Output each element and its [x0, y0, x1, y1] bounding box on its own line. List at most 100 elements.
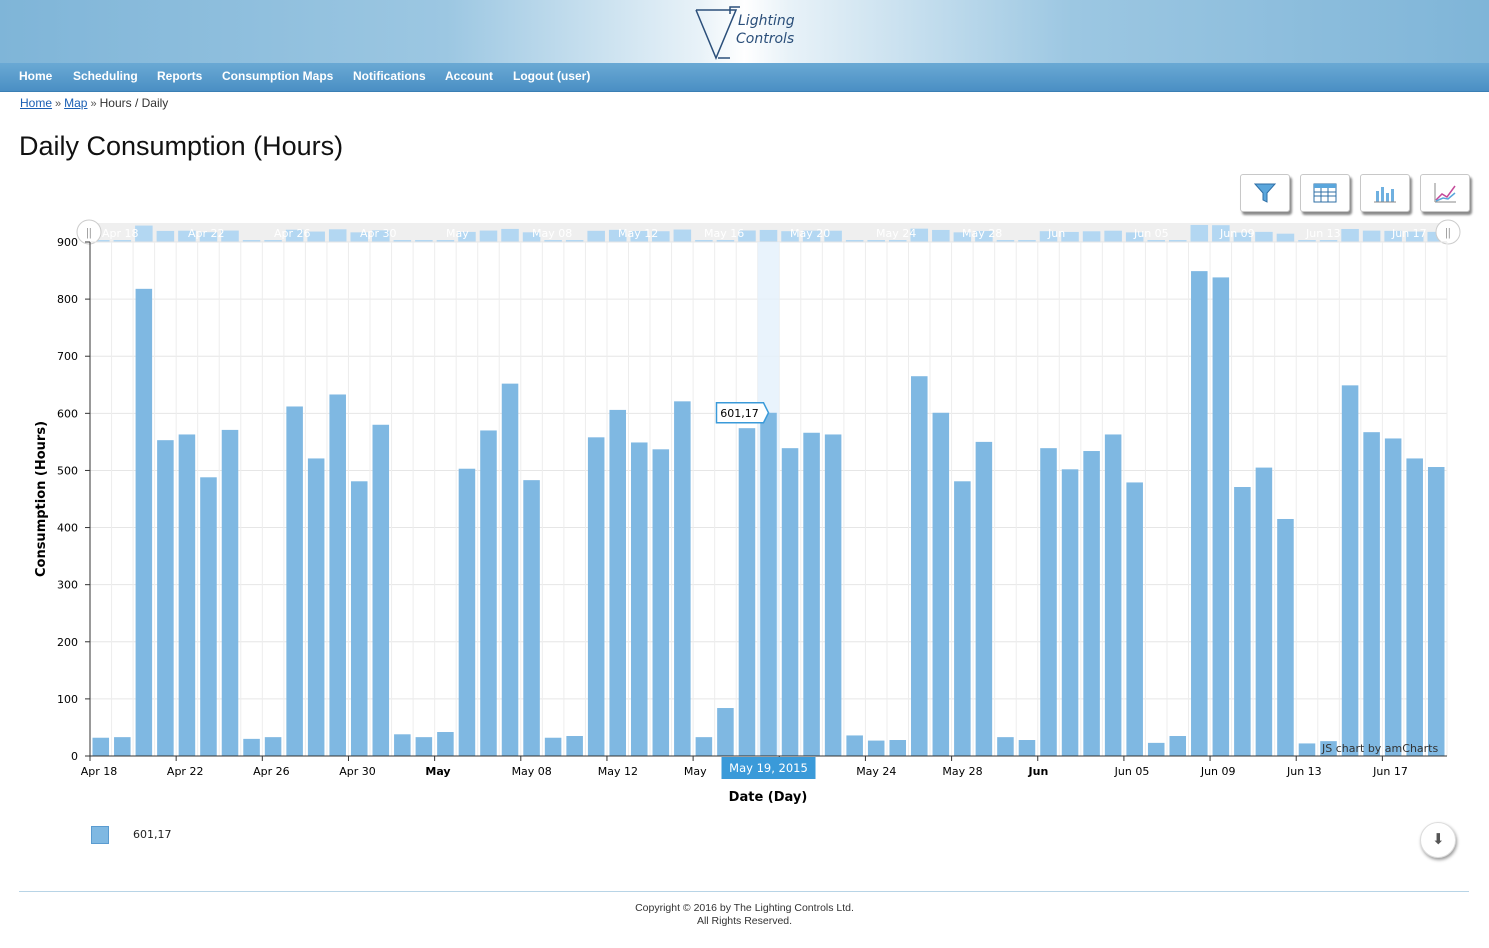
nav-account[interactable]: Account: [445, 69, 493, 83]
bar[interactable]: [997, 737, 1014, 756]
nav-scheduling[interactable]: Scheduling: [73, 69, 138, 83]
scrollbar-label: May: [446, 227, 469, 240]
filter-button[interactable]: [1240, 174, 1290, 212]
bar[interactable]: [1341, 385, 1359, 756]
footer-copyright: Copyright © 2016 by The Lighting Control…: [635, 902, 854, 914]
bar[interactable]: [1277, 518, 1294, 756]
bar[interactable]: [1212, 277, 1230, 756]
bar[interactable]: [221, 429, 239, 756]
line-chart-icon: [1434, 183, 1456, 203]
bar[interactable]: [178, 434, 196, 756]
bar[interactable]: [286, 406, 303, 756]
breadcrumb-map[interactable]: Map: [64, 96, 87, 110]
nav-notifications[interactable]: Notifications: [353, 69, 426, 83]
bar[interactable]: [1169, 736, 1187, 756]
bar[interactable]: [717, 708, 734, 756]
bar[interactable]: [1018, 740, 1036, 756]
bar[interactable]: [458, 468, 476, 756]
x-tick-label: May: [425, 765, 450, 778]
bar[interactable]: [975, 441, 993, 756]
bar[interactable]: [544, 737, 562, 756]
bar[interactable]: [437, 732, 454, 756]
legend-label: 601,17: [133, 828, 172, 841]
bar[interactable]: [1083, 451, 1100, 756]
bar[interactable]: [523, 480, 540, 756]
bar[interactable]: [566, 736, 583, 756]
scrollbar-label: Apr 18: [102, 227, 139, 240]
footer: Copyright © 2016 by The Lighting Control…: [0, 902, 1489, 928]
bar[interactable]: [1061, 469, 1079, 756]
bar[interactable]: [674, 401, 691, 756]
nav-consumption-maps[interactable]: Consumption Maps: [222, 69, 333, 83]
bar[interactable]: [92, 737, 110, 756]
bar[interactable]: [867, 740, 885, 756]
bar[interactable]: [1255, 467, 1273, 756]
bar[interactable]: [394, 734, 411, 756]
bar-chart-button[interactable]: [1360, 174, 1410, 212]
y-tick-label: 700: [57, 350, 78, 363]
bar[interactable]: [824, 434, 842, 756]
bar[interactable]: [630, 442, 648, 756]
bar[interactable]: [609, 409, 626, 756]
bar[interactable]: [911, 376, 928, 756]
bar[interactable]: [501, 383, 519, 756]
bar[interactable]: [415, 737, 433, 756]
company-logo[interactable]: Lighting Controls: [694, 6, 804, 62]
bar[interactable]: [264, 737, 282, 756]
bar[interactable]: [1104, 434, 1122, 756]
bar[interactable]: [157, 440, 174, 756]
bar[interactable]: [1363, 432, 1380, 756]
download-button[interactable]: ⬇: [1420, 822, 1456, 858]
bar[interactable]: [652, 449, 670, 756]
chart-svg[interactable]: Apr 18 Apr 22 Apr 26 Apr 30 May May 08 May 12 M…: [0, 215, 1489, 815]
bar[interactable]: [243, 738, 260, 756]
legend-swatch[interactable]: [91, 826, 109, 844]
x-tick-label: May 24: [856, 765, 896, 778]
table-view-button[interactable]: [1300, 174, 1350, 212]
bar[interactable]: [480, 430, 497, 756]
x-tick-label: Jun 09: [1200, 765, 1236, 778]
bar[interactable]: [760, 412, 777, 756]
bar[interactable]: [932, 412, 950, 756]
bar[interactable]: [200, 477, 217, 756]
breadcrumb: Home» Map» Hours / Daily: [20, 96, 169, 110]
bar[interactable]: [1147, 742, 1165, 756]
line-chart-button[interactable]: [1420, 174, 1470, 212]
chart-credit[interactable]: JS chart by amCharts: [1322, 742, 1438, 755]
bar[interactable]: [1040, 448, 1057, 756]
bar[interactable]: [738, 428, 756, 756]
bar[interactable]: [846, 735, 863, 756]
bar[interactable]: [1384, 438, 1402, 756]
bar[interactable]: [1406, 458, 1423, 756]
bar[interactable]: [1298, 743, 1316, 756]
bar[interactable]: [1126, 482, 1143, 756]
breadcrumb-home[interactable]: Home: [20, 96, 52, 110]
consumption-chart[interactable]: Apr 18 Apr 22 Apr 26 Apr 30 May May 08 May 12 M…: [0, 215, 1489, 815]
bar[interactable]: [803, 432, 820, 756]
nav-logout[interactable]: Logout (user): [513, 69, 590, 83]
x-tick-label: Jun 05: [1114, 765, 1150, 778]
bar[interactable]: [587, 437, 605, 756]
bar[interactable]: [329, 394, 346, 756]
bar[interactable]: [781, 448, 799, 756]
scrollbar-label: Jun 13: [1305, 227, 1341, 240]
bar[interactable]: [307, 458, 325, 756]
nav-home[interactable]: Home: [19, 69, 52, 83]
bar-chart-icon: [1374, 187, 1396, 203]
bar[interactable]: [889, 740, 907, 756]
x-tick-label: Apr 30: [339, 765, 376, 778]
bar[interactable]: [954, 481, 971, 756]
bar[interactable]: [695, 737, 713, 756]
bar[interactable]: [350, 481, 368, 756]
bar[interactable]: [1234, 487, 1251, 756]
bar[interactable]: [372, 424, 390, 756]
bar[interactable]: [1427, 467, 1445, 756]
x-tick-label: Apr 18: [81, 765, 118, 778]
bar[interactable]: [1191, 271, 1208, 756]
x-tick-label: May: [684, 765, 707, 778]
bar[interactable]: [135, 288, 153, 756]
table-icon: [1313, 183, 1337, 203]
nav-reports[interactable]: Reports: [157, 69, 202, 83]
scrollbar-bar: [156, 230, 175, 242]
bar[interactable]: [114, 737, 131, 756]
